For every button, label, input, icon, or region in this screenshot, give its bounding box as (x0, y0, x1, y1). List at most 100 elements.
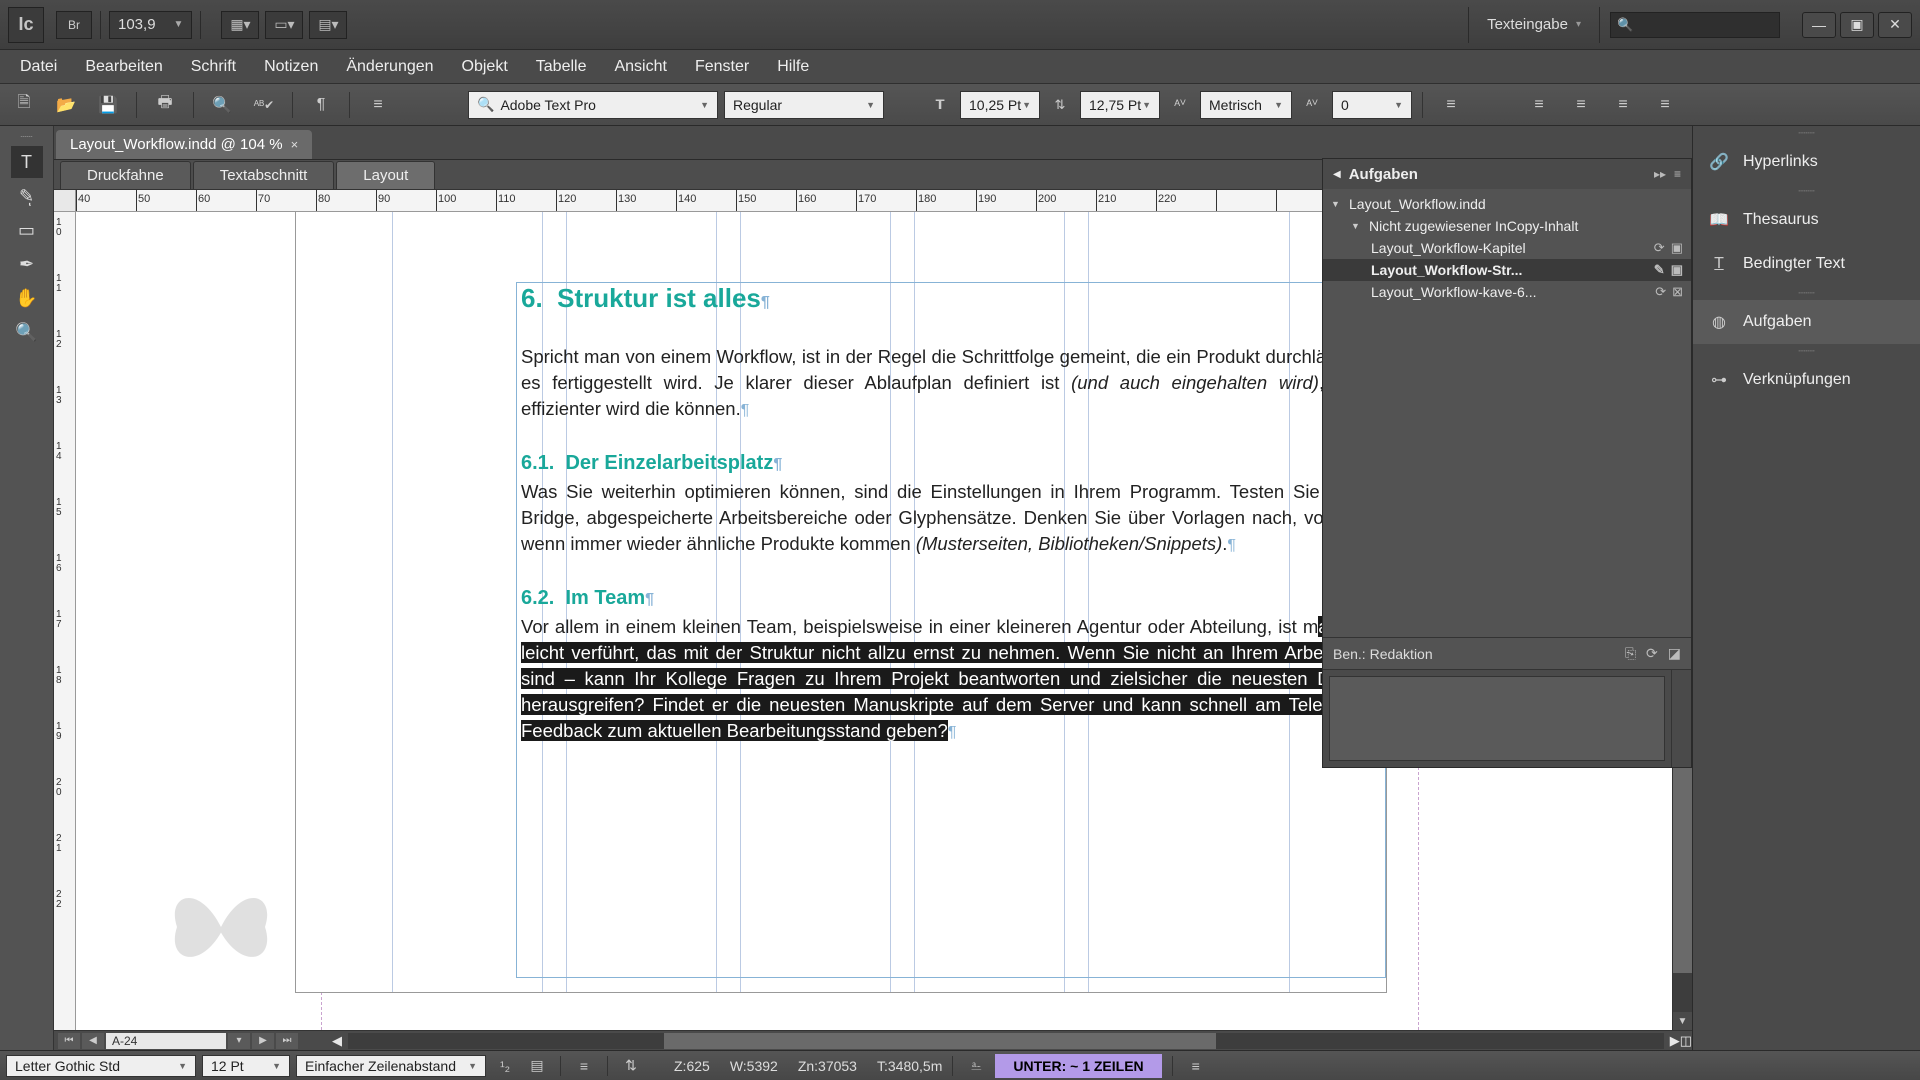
menu-tabelle[interactable]: Tabelle (524, 52, 599, 82)
align-justify-button[interactable]: ≡ (1647, 91, 1683, 119)
stat-w: W:5392 (730, 1058, 778, 1074)
scroll-down-icon[interactable]: ▼ (1673, 1012, 1692, 1030)
page-dropdown-button[interactable]: ▾ (228, 1033, 250, 1049)
show-hidden-chars-button[interactable]: ¶ (303, 91, 339, 119)
menu-bearbeiten[interactable]: Bearbeiten (73, 52, 174, 82)
status-menu-icon[interactable]: ≡ (1183, 1056, 1209, 1076)
view-tab-layout[interactable]: Layout (336, 161, 435, 189)
view-options-button[interactable]: ▦▾ (221, 11, 259, 39)
line-number-icon[interactable]: ¹₂ (492, 1056, 518, 1076)
workspace-switcher[interactable]: Texteingabe ▾ (1468, 7, 1600, 43)
maximize-button[interactable]: ▣ (1840, 12, 1874, 38)
panel-hyperlinks[interactable]: 🔗Hyperlinks (1693, 140, 1920, 184)
menu-objekt[interactable]: Objekt (450, 52, 520, 82)
menu-ansicht[interactable]: Ansicht (602, 52, 678, 82)
checkout-icon[interactable]: ▣ (1671, 262, 1683, 278)
tree-item[interactable]: Layout_Workflow-kave-6...⟳⊠ (1323, 281, 1691, 303)
go-to-icon[interactable]: ◪ (1668, 645, 1681, 662)
save-button[interactable]: 💾 (90, 91, 126, 119)
watermark-icon (166, 882, 276, 972)
zoom-level-combo[interactable]: 103,9 ▼ (109, 11, 192, 39)
type-tool[interactable]: T (11, 146, 43, 178)
panel-menu-icon[interactable]: ≡ (1674, 167, 1681, 181)
note-tool[interactable]: ✎ͅ (11, 180, 43, 212)
menu-fenster[interactable]: Fenster (683, 52, 761, 82)
conditional-text-icon: T̲ (1707, 254, 1731, 274)
align-left-button[interactable]: ≡ (1521, 91, 1557, 119)
find-button[interactable]: 🔍 (204, 91, 240, 119)
unavailable-icon[interactable]: ⊠ (1672, 284, 1683, 300)
aufgaben-preview (1323, 669, 1691, 767)
tree-item-selected[interactable]: Layout_Workflow-Str...✎▣ (1323, 259, 1691, 281)
panel-verknuepfungen[interactable]: ⊶Verknüpfungen (1693, 358, 1920, 402)
assignments-icon: ◍ (1707, 312, 1731, 332)
page-number-field[interactable]: A-24 (106, 1033, 226, 1049)
kerning-combo[interactable]: Metrisch▼ (1200, 91, 1292, 119)
view-tab-textabschnitt[interactable]: Textabschnitt (193, 161, 335, 189)
close-tab-icon[interactable]: × (291, 137, 299, 152)
last-page-button[interactable]: ⏭ (276, 1033, 298, 1049)
menu-schrift[interactable]: Schrift (179, 52, 248, 82)
tree-item[interactable]: Layout_Workflow-Kapitel⟳▣ (1323, 237, 1691, 259)
panel-grip[interactable]: ┄┄┄ (1693, 126, 1920, 140)
minimize-button[interactable]: — (1802, 12, 1836, 38)
scroll-right-button[interactable]: ▶ (1670, 1033, 1680, 1049)
leading-combo[interactable]: 12,75 Pt▼ (1080, 91, 1160, 119)
list-icon[interactable]: ≡ (571, 1056, 597, 1076)
close-button[interactable]: ✕ (1878, 12, 1912, 38)
menu-hilfe[interactable]: Hilfe (765, 52, 821, 82)
open-button[interactable]: 📂 (48, 91, 84, 119)
toolbox-grip[interactable]: ┄┄ (0, 130, 53, 144)
prev-page-button[interactable]: ◀ (82, 1033, 104, 1049)
checkout-icon[interactable]: ▣ (1671, 240, 1683, 256)
status-size-combo[interactable]: 12 Pt▼ (202, 1055, 290, 1077)
panel-menu-button[interactable]: ≡ (360, 91, 396, 119)
font-size-combo[interactable]: 10,25 Pt▼ (960, 91, 1040, 119)
collapse-panel-icon[interactable]: ▸▸ (1654, 167, 1666, 181)
menu-aenderungen[interactable]: Änderungen (334, 52, 445, 82)
status-font-combo[interactable]: Letter Gothic Std▼ (6, 1055, 196, 1077)
update-icon[interactable]: ⎘ (1625, 645, 1636, 662)
font-style-combo[interactable]: Regular▼ (724, 91, 884, 119)
screen-mode-button[interactable]: ▭▾ (265, 11, 303, 39)
font-family-combo[interactable]: 🔍 Adobe Text Pro▼ (468, 91, 718, 119)
first-page-button[interactable]: ⏮ (58, 1033, 80, 1049)
horizontal-scrollbar[interactable] (348, 1033, 1664, 1049)
tree-root[interactable]: ▼Layout_Workflow.indd (1323, 193, 1691, 215)
spellcheck-button[interactable]: ᴬᴮ✔ (246, 91, 282, 119)
document-tab[interactable]: Layout_Workflow.indd @ 104 % × (56, 130, 312, 159)
text-direction-icon[interactable]: ▤ (524, 1056, 550, 1076)
hand-tool[interactable]: ✋ (11, 282, 43, 314)
zoom-tool[interactable]: 🔍 (11, 316, 43, 348)
horizontal-scrollbar-row: ⏮ ◀ A-24 ▾ ▶ ⏭ ◀ ▶ ◫ (54, 1030, 1692, 1050)
new-button[interactable]: 🗎 (6, 91, 42, 119)
position-tool[interactable]: ▭ (11, 214, 43, 246)
menu-datei[interactable]: Datei (8, 52, 69, 82)
scroll-left-button[interactable]: ◀ (332, 1033, 342, 1049)
refresh-icon[interactable]: ⟳ (1646, 645, 1658, 662)
print-button[interactable]: 🖶 (147, 91, 183, 119)
tracking-combo[interactable]: 0▼ (1332, 91, 1412, 119)
aufgaben-panel-tab[interactable]: ◀ Aufgaben ▸▸ ≡ (1323, 159, 1691, 189)
align-menu-button[interactable]: ≡ (1433, 91, 1469, 119)
status-bar: Letter Gothic Std▼ 12 Pt▼ Einfacher Zeil… (0, 1050, 1920, 1080)
next-page-button[interactable]: ▶ (252, 1033, 274, 1049)
help-search-input[interactable]: 🔍 (1610, 12, 1780, 38)
copyfit-icon[interactable]: ⎁ (963, 1056, 989, 1076)
stats-toggle-icon[interactable]: ⇅ (618, 1056, 644, 1076)
arrange-docs-button[interactable]: ▤▾ (309, 11, 347, 39)
vertical-ruler[interactable]: 10111213141516171819202122 (54, 212, 76, 1030)
panel-thesaurus[interactable]: 📖Thesaurus (1693, 198, 1920, 242)
align-center-button[interactable]: ≡ (1563, 91, 1599, 119)
bridge-button[interactable]: Br (56, 11, 92, 39)
align-right-button[interactable]: ≡ (1605, 91, 1641, 119)
text-frame[interactable]: 6. Struktur ist alles¶ Spricht man von e… (516, 282, 1386, 978)
menu-notizen[interactable]: Notizen (252, 52, 330, 82)
eyedropper-tool[interactable]: ✒ (11, 248, 43, 280)
tree-group[interactable]: ▼Nicht zugewiesener InCopy-Inhalt (1323, 215, 1691, 237)
line-spacing-combo[interactable]: Einfacher Zeilenabstand▼ (296, 1055, 486, 1077)
split-view-button[interactable]: ◫ (1680, 1033, 1692, 1049)
panel-aufgaben[interactable]: ◍Aufgaben (1693, 300, 1920, 344)
panel-bedingter-text[interactable]: T̲Bedingter Text (1693, 242, 1920, 286)
view-tab-druckfahne[interactable]: Druckfahne (60, 161, 191, 189)
